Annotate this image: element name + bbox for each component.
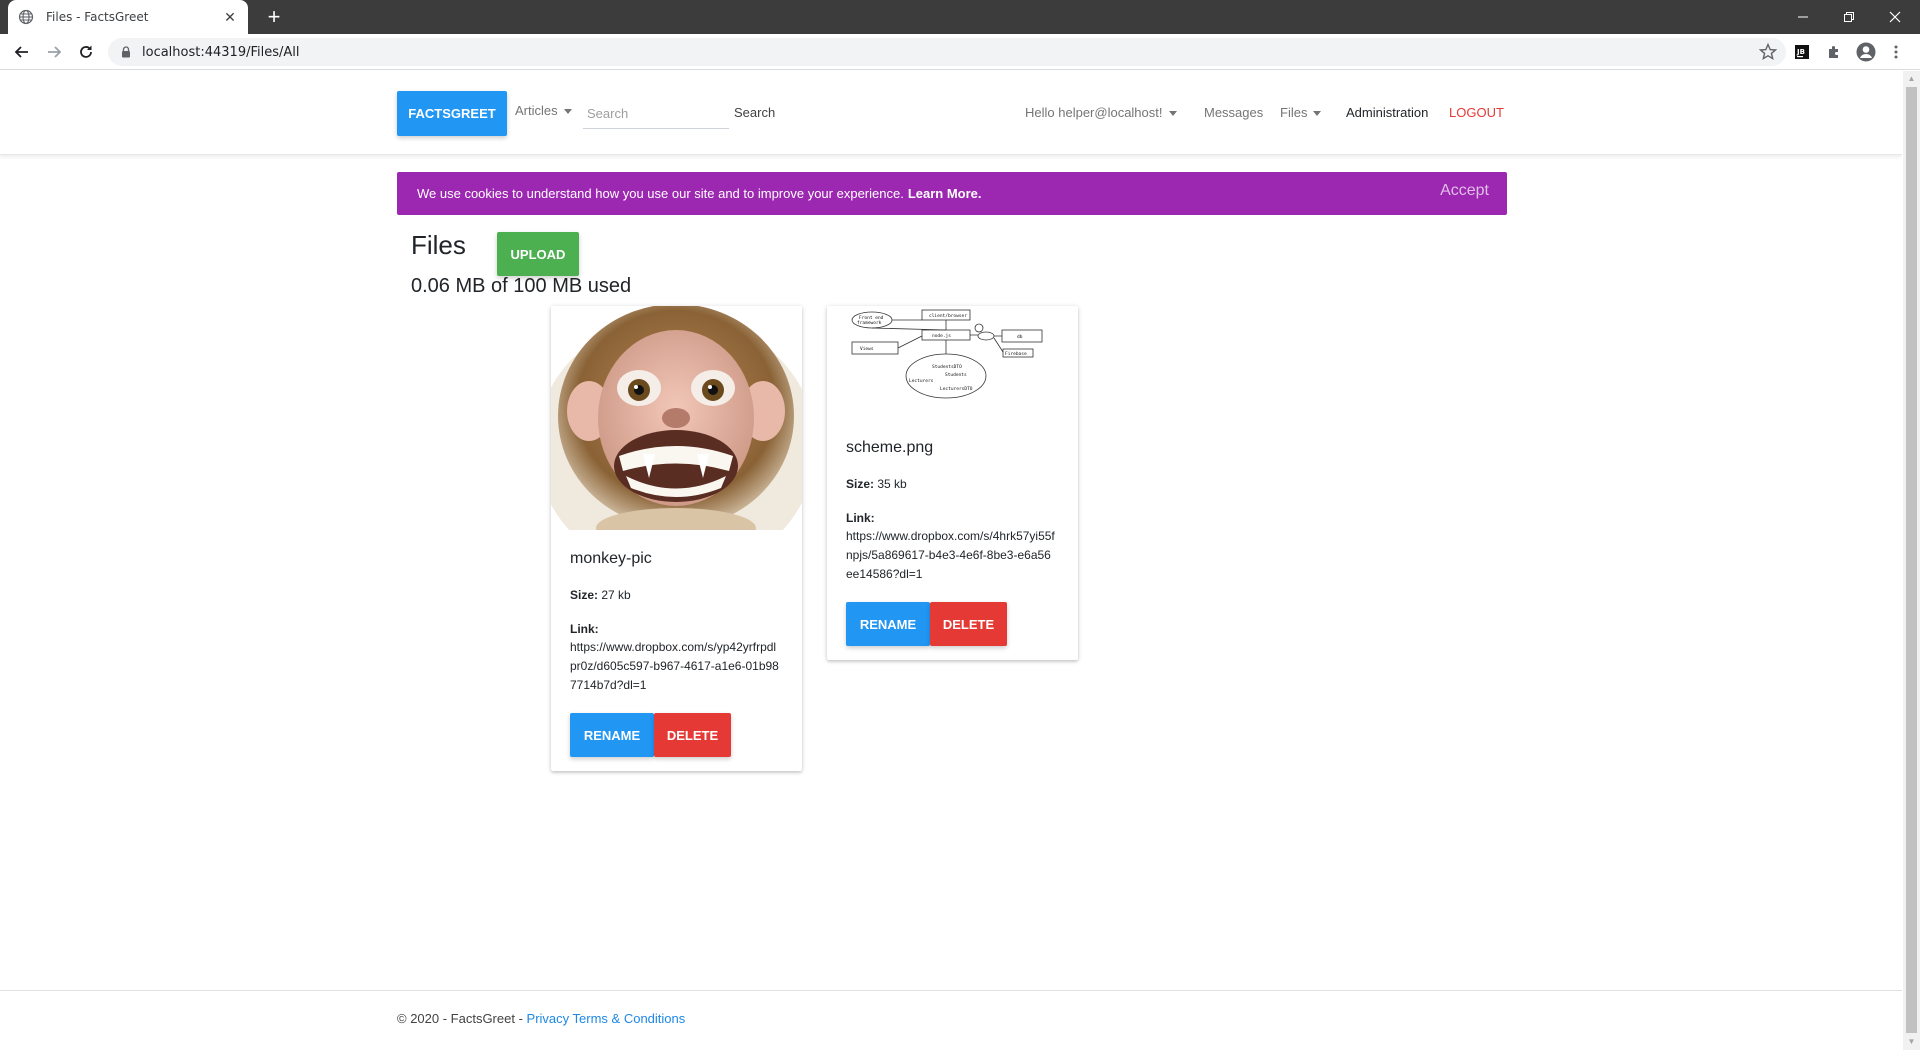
restore-icon[interactable] xyxy=(1826,0,1872,34)
caret-down-icon xyxy=(563,109,572,115)
page-viewport: FACTSGREET Articles Search Hello helper@… xyxy=(0,71,1902,1050)
file-size-label: Size: xyxy=(846,477,875,491)
file-link[interactable]: https://www.dropbox.com/s/4hrk57yi55fnpj… xyxy=(846,527,1056,584)
scheme-node-label: node.js xyxy=(932,333,951,339)
profile-avatar-icon[interactable] xyxy=(1856,42,1876,62)
file-link-label: Link: xyxy=(570,622,599,636)
scroll-down-icon[interactable]: ▼ xyxy=(1907,1037,1916,1046)
scheme-studentsdto-label: StudentsDTO xyxy=(932,364,962,370)
file-size: Size: 35 kb xyxy=(846,477,1059,491)
extension-jb-icon[interactable]: JB xyxy=(1792,42,1812,62)
file-thumbnail: Front end framework client/browser node.… xyxy=(827,306,1078,419)
storage-usage: 0.06 MB of 100 MB used xyxy=(411,275,632,297)
cookie-banner: We use cookies to understand how you use… xyxy=(397,172,1507,215)
file-name: scheme.png xyxy=(846,439,934,456)
nav-administration-link[interactable]: Administration xyxy=(1346,105,1428,120)
caret-down-icon xyxy=(1313,111,1322,117)
file-name: monkey-pic xyxy=(570,550,652,567)
scheme-firebase-label: Firebase xyxy=(1005,351,1027,357)
file-size: Size: 27 kb xyxy=(570,588,783,602)
file-card: monkey-pic Size: 27 kb Link: https://www… xyxy=(551,306,802,771)
nav-user-dropdown[interactable]: Hello helper@localhost! xyxy=(1025,105,1177,120)
back-arrow-icon[interactable] xyxy=(10,40,34,64)
minimize-icon[interactable] xyxy=(1780,0,1826,34)
scheme-views-label: Views xyxy=(860,346,874,352)
nav-messages-link[interactable]: Messages xyxy=(1204,105,1263,120)
scheme-lecturers-label: Lecturers xyxy=(909,378,934,384)
cookie-accept-button[interactable]: Accept xyxy=(1440,182,1489,200)
browser-toolbar: localhost:44319/Files/All JB xyxy=(0,34,1920,70)
rename-button[interactable]: RENAME xyxy=(570,713,654,757)
scheme-lecturersdto-label: LecturersDTO xyxy=(940,386,973,392)
footer-terms-link[interactable]: Terms & Conditions xyxy=(573,1011,686,1026)
caret-down-icon xyxy=(1168,111,1177,117)
window-close-icon[interactable] xyxy=(1872,0,1918,34)
file-size-label: Size: xyxy=(570,588,599,602)
browser-titlebar: Files - FactsGreet ✕ + xyxy=(0,0,1920,34)
bookmark-star-icon[interactable] xyxy=(1758,42,1778,62)
footer-copyright: © 2020 - FactsGreet - xyxy=(397,1011,523,1026)
nav-articles-dropdown[interactable]: Articles xyxy=(515,103,572,118)
nav-files-dropdown[interactable]: Files xyxy=(1280,105,1322,120)
nav-user-label: Hello helper@localhost! xyxy=(1025,105,1163,120)
file-card: Front end framework client/browser node.… xyxy=(827,306,1078,660)
delete-button[interactable]: DELETE xyxy=(930,602,1007,646)
scroll-up-icon[interactable]: ▲ xyxy=(1907,74,1916,83)
file-thumbnail xyxy=(551,306,802,530)
scheme-students-label: Students xyxy=(945,372,967,378)
page-scrollbar[interactable]: ▲ ▼ xyxy=(1903,71,1920,1050)
search-input[interactable] xyxy=(583,99,729,129)
svg-text:JB: JB xyxy=(1796,48,1805,56)
site-footer: © 2020 - FactsGreet - Privacy Terms & Co… xyxy=(0,990,1902,1050)
nav-articles-label: Articles xyxy=(515,103,558,118)
extensions-puzzle-icon[interactable] xyxy=(1824,42,1844,62)
file-size-value: 27 kb xyxy=(601,588,631,602)
browser-menu-icon[interactable] xyxy=(1886,42,1906,62)
scheme-client-label: client/browser xyxy=(929,313,967,319)
footer-privacy-link[interactable]: Privacy xyxy=(527,1011,570,1026)
scheme-db-label: db xyxy=(1017,334,1023,340)
page-title: Files xyxy=(411,230,466,260)
brand-button[interactable]: FACTSGREET xyxy=(397,91,507,136)
forward-arrow-icon[interactable] xyxy=(42,40,66,64)
nav-logout-link[interactable]: LOGOUT xyxy=(1449,105,1504,120)
site-header: FACTSGREET Articles Search Hello helper@… xyxy=(0,71,1902,155)
lock-icon xyxy=(122,46,130,58)
file-link[interactable]: https://www.dropbox.com/s/yp42yrfrpdlpr0… xyxy=(570,638,780,695)
scrollbar-thumb[interactable] xyxy=(1906,87,1917,1033)
reload-icon[interactable] xyxy=(74,40,98,64)
monkey-image xyxy=(551,306,802,530)
file-size-value: 35 kb xyxy=(877,477,907,491)
cookie-text: We use cookies to understand how you use… xyxy=(417,186,904,201)
tab-title: Files - FactsGreet xyxy=(46,10,149,24)
nav-files-label: Files xyxy=(1280,105,1308,120)
footer-text: © 2020 - FactsGreet - Privacy Terms & Co… xyxy=(397,1011,685,1026)
cookie-learn-more-link[interactable]: Learn More. xyxy=(908,186,982,201)
globe-icon xyxy=(18,9,34,25)
rename-button[interactable]: RENAME xyxy=(846,602,930,646)
url-text: localhost:44319/Files/All xyxy=(142,44,300,60)
upload-button[interactable]: UPLOAD xyxy=(497,232,579,276)
scheme-framework-label: framework xyxy=(857,320,882,326)
delete-button[interactable]: DELETE xyxy=(654,713,731,757)
new-tab-icon[interactable]: + xyxy=(262,5,286,29)
address-bar[interactable]: localhost:44319/Files/All xyxy=(108,38,1786,66)
tab-close-icon[interactable]: ✕ xyxy=(222,9,238,26)
browser-tab[interactable]: Files - FactsGreet ✕ xyxy=(8,0,248,34)
search-button[interactable]: Search xyxy=(734,105,775,120)
file-link-label: Link: xyxy=(846,511,875,525)
scheme-diagram-image: Front end framework client/browser node.… xyxy=(851,309,1043,399)
